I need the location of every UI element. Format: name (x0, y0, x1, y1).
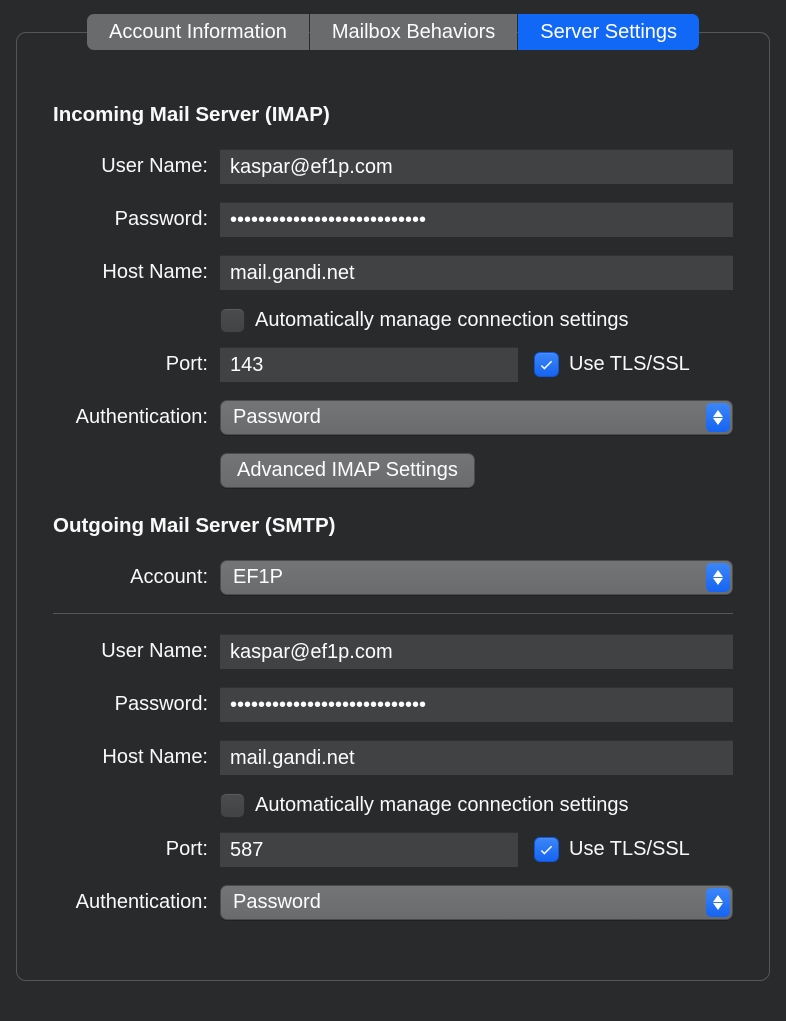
outgoing-hostname-field[interactable] (220, 740, 733, 775)
updown-icon (706, 403, 730, 432)
settings-window: Account Information Mailbox Behaviors Se… (0, 0, 786, 999)
incoming-password-field[interactable] (220, 202, 733, 237)
outgoing-port-field[interactable] (220, 832, 518, 867)
outgoing-password-label: Password: (53, 693, 220, 716)
outgoing-hostname-label: Host Name: (53, 746, 220, 769)
outgoing-tls-checkbox[interactable] (534, 837, 559, 862)
outgoing-authentication-value: Password (233, 891, 321, 913)
incoming-authentication-value: Password (233, 406, 321, 428)
incoming-authentication-select[interactable]: Password (220, 400, 733, 435)
outgoing-account-value: EF1P (233, 566, 283, 588)
incoming-port-field[interactable] (220, 347, 518, 382)
server-settings-panel: Incoming Mail Server (IMAP) User Name: P… (16, 32, 770, 981)
updown-icon (706, 563, 730, 592)
outgoing-username-label: User Name: (53, 640, 220, 663)
incoming-tls-label[interactable]: Use TLS/SSL (569, 353, 690, 376)
tab-server-settings[interactable]: Server Settings (518, 14, 699, 50)
incoming-hostname-field[interactable] (220, 255, 733, 290)
incoming-auto-manage-label[interactable]: Automatically manage connection settings (255, 309, 629, 332)
incoming-auto-manage-checkbox[interactable] (220, 308, 245, 333)
incoming-username-field[interactable] (220, 149, 733, 184)
outgoing-divider (53, 613, 733, 614)
updown-icon (706, 888, 730, 917)
advanced-imap-settings-button[interactable]: Advanced IMAP Settings (220, 453, 475, 488)
incoming-tls-checkbox[interactable] (534, 352, 559, 377)
incoming-username-label: User Name: (53, 155, 220, 178)
tab-account-information[interactable]: Account Information (87, 14, 309, 50)
outgoing-username-field[interactable] (220, 634, 733, 669)
outgoing-password-field[interactable] (220, 687, 733, 722)
tab-mailbox-behaviors[interactable]: Mailbox Behaviors (310, 14, 517, 50)
incoming-port-label: Port: (53, 353, 220, 376)
incoming-hostname-label: Host Name: (53, 261, 220, 284)
incoming-section-title: Incoming Mail Server (IMAP) (53, 103, 733, 127)
check-icon (538, 356, 555, 373)
outgoing-authentication-label: Authentication: (53, 891, 220, 914)
outgoing-authentication-select[interactable]: Password (220, 885, 733, 920)
outgoing-account-select[interactable]: EF1P (220, 560, 733, 595)
outgoing-auto-manage-label[interactable]: Automatically manage connection settings (255, 794, 629, 817)
incoming-password-label: Password: (53, 208, 220, 231)
tab-bar: Account Information Mailbox Behaviors Se… (0, 14, 786, 50)
outgoing-section-title: Outgoing Mail Server (SMTP) (53, 514, 733, 538)
outgoing-port-label: Port: (53, 838, 220, 861)
check-icon (538, 841, 555, 858)
outgoing-account-label: Account: (53, 566, 220, 589)
outgoing-auto-manage-checkbox[interactable] (220, 793, 245, 818)
incoming-authentication-label: Authentication: (53, 406, 220, 429)
outgoing-tls-label[interactable]: Use TLS/SSL (569, 838, 690, 861)
